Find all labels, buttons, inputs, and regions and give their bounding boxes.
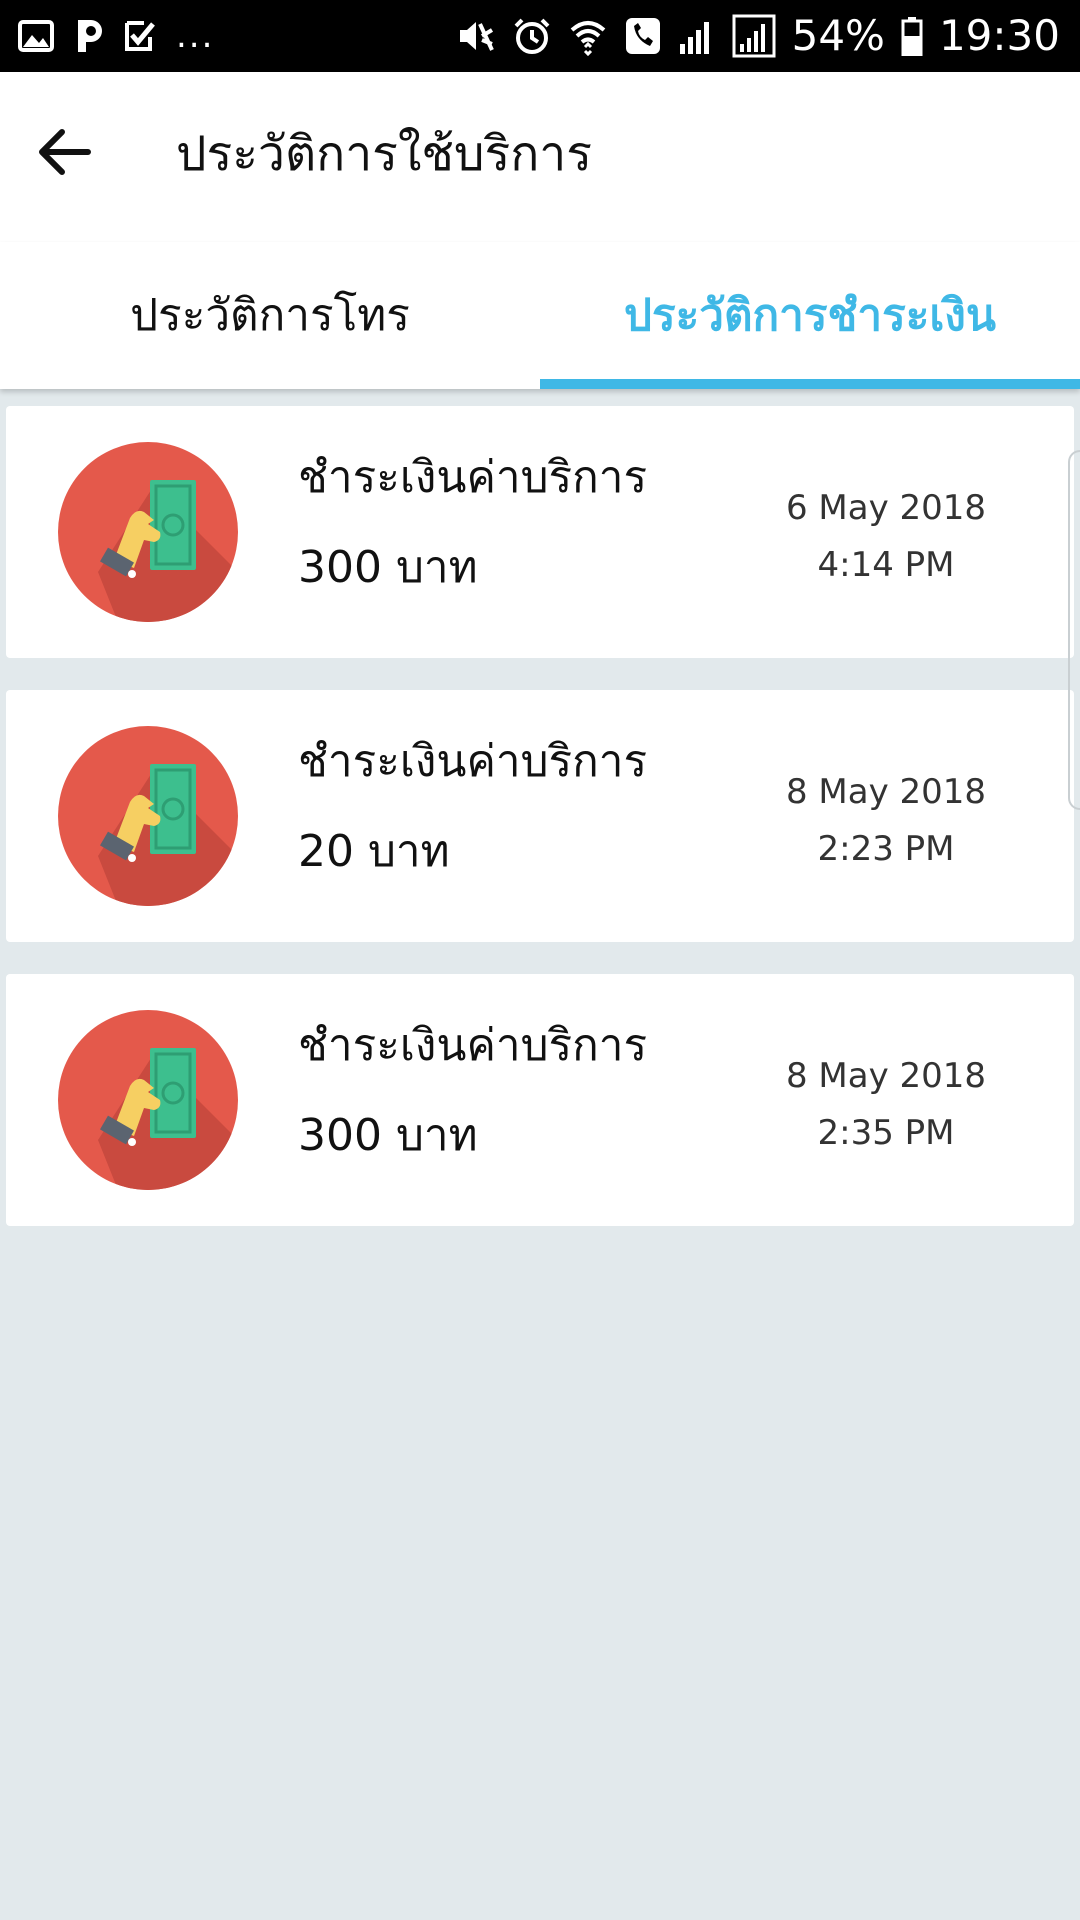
signal-icon <box>732 14 776 58</box>
tab-call-history[interactable]: ประวัติการโทร <box>0 242 540 389</box>
tab-payment-history[interactable]: ประวัติการชำระเงิน <box>540 242 1080 389</box>
page-title: ประวัติการใช้บริการ <box>176 126 593 182</box>
payment-list: ชำระเงินค่าบริการ 300 บาท 6 May 2018 4:1… <box>6 406 1074 1258</box>
payment-title: ชำระเงินค่าบริการ <box>298 452 648 503</box>
more-notifications: ... <box>176 16 215 56</box>
battery-icon <box>901 16 923 56</box>
list-item[interactable]: ชำระเงินค่าบริการ 300 บาท 6 May 2018 4:1… <box>6 406 1074 658</box>
arrow-left-icon <box>36 128 92 180</box>
call-icon <box>624 16 662 56</box>
payment-date: 6 May 2018 <box>785 488 987 528</box>
status-bar-left: ... <box>18 16 214 56</box>
wifi-icon <box>568 16 608 56</box>
payment-hand-money-icon <box>58 1010 238 1190</box>
payment-time: 4:14 PM <box>817 545 955 585</box>
payment-date: 8 May 2018 <box>785 1056 987 1096</box>
payment-amount: 300 บาท <box>298 542 478 593</box>
gallery-icon <box>18 20 54 52</box>
mute-icon <box>456 16 496 56</box>
payment-hand-money-icon <box>58 726 238 906</box>
payment-amount: 300 บาท <box>298 1110 478 1161</box>
edge-panel-handle[interactable] <box>1068 450 1080 810</box>
tab-bar: ประวัติการโทร ประวัติการชำระเงิน <box>0 242 1080 389</box>
back-button[interactable] <box>24 114 104 194</box>
list-item[interactable]: ชำระเงินค่าบริการ 300 บาท 8 May 2018 2:3… <box>6 974 1074 1226</box>
payment-title: ชำระเงินค่าบริการ <box>298 736 648 787</box>
battery-percent: 54% <box>791 11 885 60</box>
alarm-icon <box>512 16 552 56</box>
p-app-icon <box>74 18 104 54</box>
list-item[interactable]: ชำระเงินค่าบริการ 20 บาท 8 May 2018 2:23… <box>6 690 1074 942</box>
clock: 19:30 <box>938 11 1060 60</box>
payment-date: 8 May 2018 <box>785 772 987 812</box>
checkbox-app-icon <box>124 19 156 53</box>
status-bar-right: 54% 19:30 <box>456 10 1060 62</box>
payment-time: 2:35 PM <box>817 1113 955 1153</box>
payment-hand-money-icon <box>58 442 238 622</box>
status-bar: ... 54% 19:30 <box>0 0 1080 72</box>
active-tab-indicator <box>540 379 1080 389</box>
payment-time: 2:23 PM <box>817 829 955 869</box>
signal-icon <box>678 16 716 56</box>
app-bar: ประวัติการใช้บริการ <box>0 72 1080 242</box>
payment-title: ชำระเงินค่าบริการ <box>298 1020 648 1071</box>
payment-amount: 20 บาท <box>298 826 450 877</box>
